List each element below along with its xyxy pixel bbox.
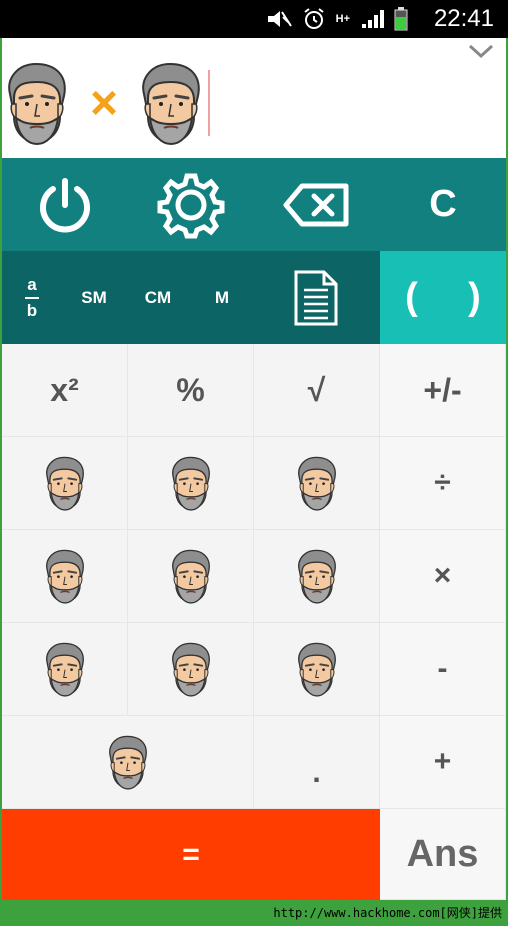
expression: × (2, 58, 211, 148)
equals-key[interactable]: = (2, 809, 380, 900)
chevron-down-icon[interactable] (466, 40, 496, 64)
expression-operator: × (90, 76, 119, 130)
square-key[interactable]: x² (2, 344, 128, 437)
document-icon (294, 270, 338, 325)
digit-key[interactable] (128, 530, 254, 623)
power-button[interactable] (2, 158, 128, 251)
mute-icon (267, 11, 292, 27)
face-digit-icon (294, 454, 340, 512)
sm-button[interactable]: SM (62, 288, 126, 308)
cm-button[interactable]: CM (126, 288, 190, 308)
ans-key[interactable]: Ans (380, 809, 506, 900)
keypad: x² % √ +/- ÷ × - . + = Ans (2, 344, 506, 900)
paren-close: ) (468, 276, 481, 318)
watermark-text: http://www.hackhome.com[网侠]提供 (273, 906, 502, 920)
status-icons: H+ (266, 7, 408, 31)
digit-key-wide[interactable] (2, 716, 254, 809)
face-digit-icon (294, 547, 340, 605)
face-digit-icon (105, 733, 151, 791)
face-digit-icon (294, 640, 340, 698)
backspace-button[interactable] (254, 158, 380, 251)
network-type-indicator: H+ (335, 13, 350, 25)
face-digit-icon (42, 640, 88, 698)
fraction-bar (25, 296, 39, 299)
digit-key[interactable] (254, 623, 380, 716)
paren-open: ( (405, 276, 418, 318)
face-digit-icon (168, 640, 214, 698)
parentheses-button[interactable]: ( ) (380, 251, 506, 344)
fraction-numerator: a (27, 274, 37, 294)
face-digit-icon (136, 60, 206, 146)
battery-icon (394, 7, 408, 31)
alarm-icon (304, 8, 324, 29)
status-clock: 22:41 (433, 5, 494, 32)
toolbar: C (2, 158, 506, 251)
backspace-icon (283, 183, 349, 226)
minus-key[interactable]: - (380, 623, 506, 716)
plusminus-key[interactable]: +/- (380, 344, 506, 437)
calculator-display: × (2, 38, 506, 158)
digit-key[interactable] (128, 623, 254, 716)
digit-key[interactable] (128, 437, 254, 530)
face-digit-icon (168, 454, 214, 512)
fraction-denominator: b (26, 300, 38, 320)
m-button[interactable]: M (190, 288, 254, 308)
divide-key[interactable]: ÷ (380, 437, 506, 530)
history-button[interactable] (254, 268, 378, 328)
settings-button[interactable] (128, 158, 254, 251)
face-digit-icon (42, 547, 88, 605)
clear-button[interactable]: C (380, 158, 506, 251)
plus-key[interactable]: + (380, 716, 506, 809)
text-cursor (208, 70, 211, 136)
gear-icon (157, 173, 225, 238)
face-digit-icon (2, 60, 72, 146)
face-digit-icon (168, 547, 214, 605)
status-bar: H+ 22:41 (0, 0, 508, 38)
signal-icon (362, 10, 384, 28)
fraction-button[interactable]: a b (2, 275, 62, 321)
power-icon (40, 177, 90, 232)
digit-key[interactable] (254, 530, 380, 623)
face-digit-icon (42, 454, 88, 512)
decimal-key[interactable]: . (254, 716, 380, 809)
multiply-key[interactable]: × (380, 530, 506, 623)
digit-key[interactable] (2, 623, 128, 716)
digit-key[interactable] (254, 437, 380, 530)
mode-bar: a b SM CM M (2, 251, 380, 344)
digit-key[interactable] (2, 437, 128, 530)
sqrt-key[interactable]: √ (254, 344, 380, 437)
percent-key[interactable]: % (128, 344, 254, 437)
digit-key[interactable] (2, 530, 128, 623)
